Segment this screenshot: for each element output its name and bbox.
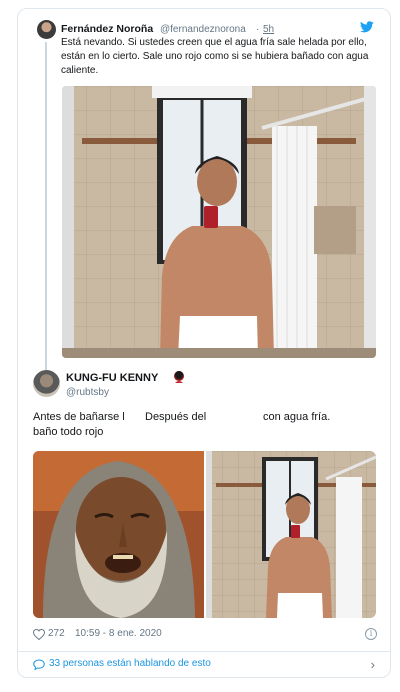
author-handle[interactable]: @fernandeznorona: [160, 24, 246, 35]
old-man-photo[interactable]: [33, 451, 204, 618]
author-handle[interactable]: @rubtsby: [66, 387, 109, 398]
caption-after: Después del: [145, 411, 207, 423]
caption-cold-water: con agua fría.: [263, 411, 331, 423]
author-name[interactable]: Fernández Noroña: [61, 23, 153, 35]
like-count[interactable]: 272: [48, 628, 65, 639]
bathroom-mirror-selfie-photo-icon: [62, 86, 376, 358]
caption-before: Antes de bañarse l baño todo rojo: [33, 411, 125, 438]
conversation-link[interactable]: 33 personas están hablando de esto ›: [33, 657, 377, 673]
weathered-old-man-photo-icon: [33, 451, 204, 618]
tweet-timestamp[interactable]: 10:59 - 8 ene. 2020: [75, 628, 162, 639]
red-face-emoji-icon: [174, 371, 184, 383]
selfie-photo-small[interactable]: [206, 451, 376, 618]
conversation-count-text[interactable]: 33 personas están hablando de esto: [49, 658, 211, 669]
divider: [17, 651, 391, 652]
avatar[interactable]: [37, 20, 56, 39]
twitter-bird-icon[interactable]: [360, 21, 374, 33]
tweet-time[interactable]: 5h: [263, 24, 274, 35]
tweet-text: Está nevando. Si ustedes creen que el ag…: [61, 37, 369, 76]
thread-line: [45, 42, 47, 370]
bathroom-mirror-selfie-photo-icon: [206, 451, 376, 618]
avatar[interactable]: [33, 370, 60, 397]
info-icon[interactable]: i: [365, 628, 377, 640]
selfie-photo[interactable]: [62, 86, 376, 358]
speech-bubble-icon: [33, 659, 45, 670]
heart-icon[interactable]: [33, 629, 45, 640]
separator-dot: ·: [256, 24, 260, 35]
chevron-right-icon: ›: [370, 657, 375, 672]
author-name[interactable]: KUNG-FU KENNY: [66, 372, 158, 384]
tweet-meta: 272 10:59 - 8 ene. 2020 i: [33, 628, 377, 642]
